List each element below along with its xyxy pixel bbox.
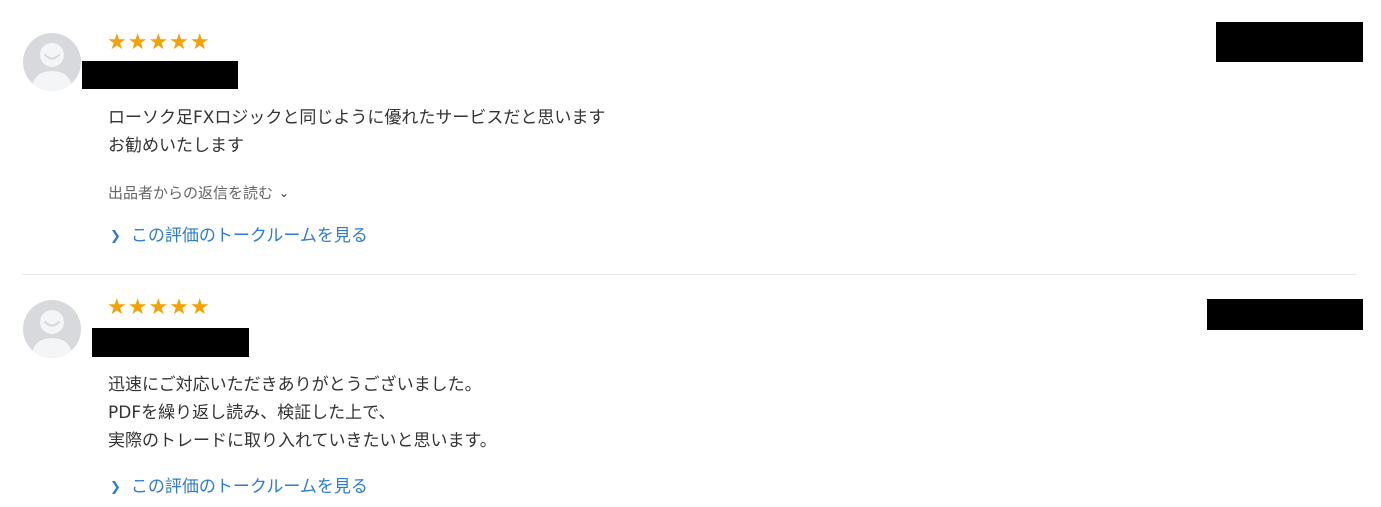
reply-toggle-label: 出品者からの返信を読む — [108, 184, 274, 202]
read-seller-reply-toggle[interactable]: 出品者からの返信を読む ⌄ — [108, 183, 289, 204]
rating-stars: ★★★★★ — [107, 30, 211, 55]
avatar — [23, 33, 81, 91]
review-item: ★★★★★ 迅速にご対応いただきありがとうございました。 PDFを繰り返し読み、… — [0, 275, 1381, 507]
chevron-right-icon: ❯ — [110, 480, 121, 495]
avatar — [23, 300, 81, 358]
redacted-date — [1216, 22, 1363, 62]
review-body-line: お勧めいたします — [108, 136, 244, 156]
review-body: 迅速にご対応いただきありがとうございました。 PDFを繰り返し読み、検証した上で… — [108, 371, 497, 455]
review-body: ローソク足FXロジックと同じように優れたサービスだと思います お勧めいたします — [108, 104, 605, 160]
talkroom-link-label: この評価のトークルームを見る — [130, 226, 368, 246]
talkroom-link-label: この評価のトークルームを見る — [130, 477, 368, 497]
redacted-date — [1207, 299, 1363, 330]
chevron-right-icon: ❯ — [110, 229, 121, 244]
view-talkroom-link[interactable]: ❯ この評価のトークルームを見る — [110, 476, 368, 500]
user-avatar-icon — [31, 310, 73, 358]
rating-stars: ★★★★★ — [107, 295, 211, 320]
review-body-line: 迅速にご対応いただきありがとうございました。 — [108, 375, 482, 395]
chevron-down-icon: ⌄ — [279, 186, 290, 200]
review-body-line: ローソク足FXロジックと同じように優れたサービスだと思います — [108, 108, 606, 128]
review-item: ★★★★★ ローソク足FXロジックと同じように優れたサービスだと思います お勧め… — [0, 0, 1381, 274]
redacted-username — [82, 61, 238, 89]
review-body-line: 実際のトレードに取り入れていきたいと思います。 — [108, 431, 497, 451]
view-talkroom-link[interactable]: ❯ この評価のトークルームを見る — [110, 225, 368, 249]
review-body-line: PDFを繰り返し読み、検証した上で、 — [108, 403, 396, 423]
redacted-username — [92, 328, 249, 357]
user-avatar-icon — [31, 43, 73, 91]
